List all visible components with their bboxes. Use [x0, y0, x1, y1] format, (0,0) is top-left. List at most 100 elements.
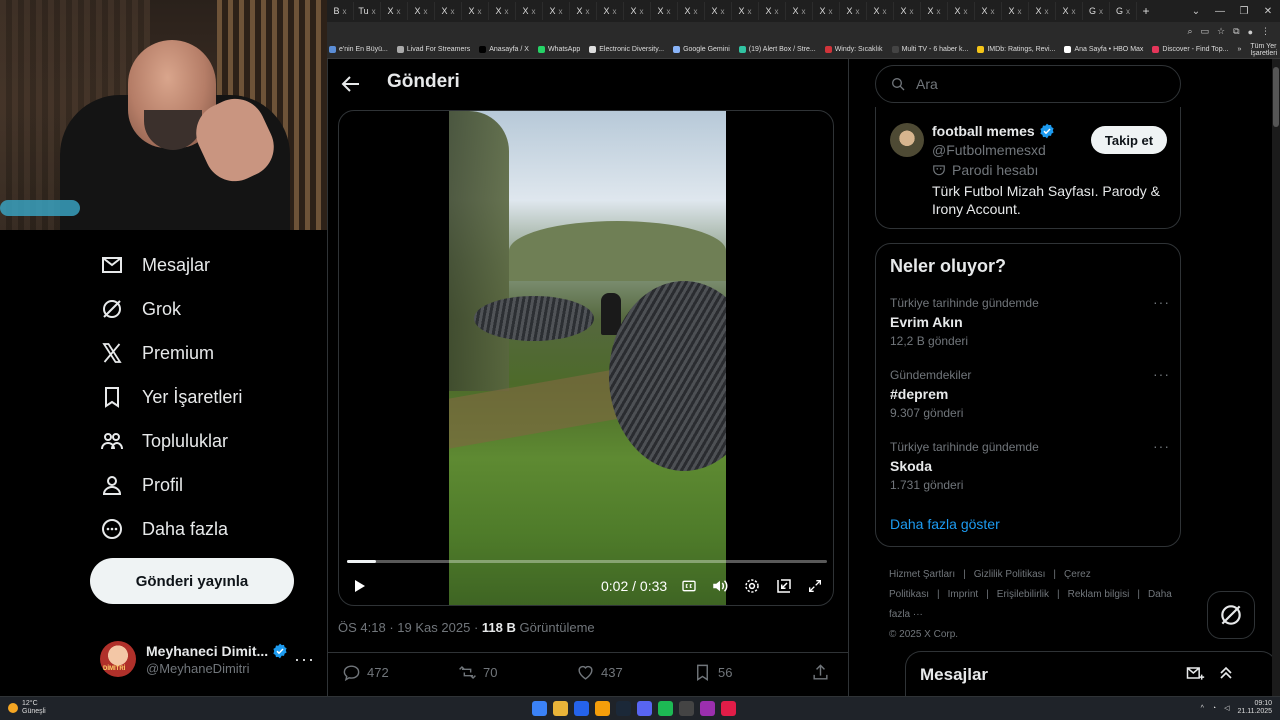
tab-close-icon[interactable]: x: [937, 7, 941, 16]
tab-close-icon[interactable]: x: [397, 7, 401, 16]
nav-item-mesajlar[interactable]: Mesajlar: [100, 245, 210, 285]
tab-close-icon[interactable]: x: [532, 7, 536, 16]
tab-close-icon[interactable]: x: [640, 7, 644, 16]
weather-widget[interactable]: 12°C Güneşli: [8, 700, 46, 716]
steam-icon[interactable]: [616, 701, 631, 716]
browser-tab[interactable]: Gx: [1083, 2, 1110, 20]
post-date[interactable]: 19 Kas 2025: [397, 620, 470, 635]
bookmark-item[interactable]: (19) Alert Box / Stre...: [738, 46, 816, 53]
repost-button[interactable]: 70: [458, 663, 497, 682]
nav-item-premium[interactable]: Premium: [100, 333, 214, 373]
browser-tab[interactable]: Xx: [1002, 2, 1029, 20]
explorer-icon[interactable]: [595, 701, 610, 716]
play-button[interactable]: [349, 576, 369, 596]
browser-tab[interactable]: Xx: [1056, 2, 1083, 20]
tab-close-icon[interactable]: x: [613, 7, 617, 16]
browser-tab[interactable]: Xx: [840, 2, 867, 20]
footer-link[interactable]: Hizmet Şartları: [889, 569, 955, 580]
wifi-icon[interactable]: ◔: [1212, 705, 1216, 712]
bookmark-item[interactable]: Discover - Find Top...: [1152, 46, 1228, 53]
browser-tab[interactable]: Xx: [1029, 2, 1056, 20]
minimize-icon[interactable]: —: [1208, 6, 1232, 17]
nav-item-grok[interactable]: Grok: [100, 289, 181, 329]
browser-tab[interactable]: Xx: [975, 2, 1002, 20]
discord-icon[interactable]: [637, 701, 652, 716]
tab-close-icon[interactable]: x: [505, 7, 509, 16]
tab-close-icon[interactable]: x: [694, 7, 698, 16]
tab-close-icon[interactable]: x: [856, 7, 860, 16]
bookmark-item[interactable]: Ana Sayfa • HBO Max: [1064, 46, 1143, 53]
back-arrow-icon[interactable]: [339, 72, 363, 96]
tab-close-icon[interactable]: x: [991, 7, 995, 16]
tab-search-icon[interactable]: ⌄: [1184, 6, 1208, 17]
tab-close-icon[interactable]: x: [883, 7, 887, 16]
app2-icon[interactable]: [721, 701, 736, 716]
browser-tab[interactable]: Gx: [1110, 2, 1137, 20]
all-bookmarks-folder[interactable]: Tüm Yer İşaretleri: [1250, 43, 1280, 57]
browser-tab[interactable]: Bx: [327, 2, 354, 20]
bookmark-post-button[interactable]: 56: [693, 663, 732, 682]
page-scrollbar[interactable]: [1272, 59, 1280, 696]
fullscreen-button[interactable]: [805, 576, 825, 596]
bookmark-item[interactable]: IMDb: Ratings, Revi...: [977, 46, 1055, 53]
bookmark-star-icon[interactable]: ☆: [1217, 26, 1225, 37]
tab-close-icon[interactable]: x: [748, 7, 752, 16]
browser-tab[interactable]: Xx: [948, 2, 975, 20]
nav-item-profil[interactable]: Profil: [100, 465, 183, 505]
browser-tab[interactable]: Xx: [462, 2, 489, 20]
nav-item-topluluklar[interactable]: Topluluklar: [100, 421, 228, 461]
tab-close-icon[interactable]: x: [1099, 7, 1103, 16]
files-icon[interactable]: [574, 701, 589, 716]
nav-item-daha-fazla[interactable]: Daha fazla: [100, 509, 228, 549]
browser-tab[interactable]: Xx: [732, 2, 759, 20]
tray-chevron-icon[interactable]: ^: [1201, 705, 1204, 712]
browser-tab[interactable]: Xx: [624, 2, 651, 20]
messages-drawer[interactable]: Mesajlar: [905, 651, 1277, 696]
tab-close-icon[interactable]: x: [910, 7, 914, 16]
tab-close-icon[interactable]: x: [559, 7, 563, 16]
browser-tab[interactable]: Xx: [597, 2, 624, 20]
tab-close-icon[interactable]: x: [424, 7, 428, 16]
tab-close-icon[interactable]: x: [964, 7, 968, 16]
tab-close-icon[interactable]: x: [721, 7, 725, 16]
browser-tab[interactable]: Xx: [651, 2, 678, 20]
start-icon[interactable]: [532, 701, 547, 716]
spotify-icon[interactable]: [658, 701, 673, 716]
browser-tab[interactable]: Xx: [894, 2, 921, 20]
browser-tab[interactable]: Xx: [408, 2, 435, 20]
author-name[interactable]: football memes: [932, 123, 1035, 139]
extensions-icon[interactable]: ⧉: [1233, 26, 1239, 37]
follow-button[interactable]: Takip et: [1091, 126, 1167, 154]
trend-item[interactable]: Gündemdekiler #deprem 9.307 gönderi ···: [890, 366, 1170, 432]
browser-tab[interactable]: Xx: [543, 2, 570, 20]
tab-close-icon[interactable]: x: [1045, 7, 1049, 16]
bookmark-item[interactable]: e'nin En Büyü...: [329, 46, 388, 53]
profile-icon[interactable]: ●: [1248, 27, 1253, 37]
restore-icon[interactable]: ❐: [1232, 6, 1256, 17]
share-button[interactable]: [811, 663, 830, 682]
trend-more-icon[interactable]: ···: [1153, 438, 1170, 454]
grok-button[interactable]: [1207, 591, 1255, 639]
nav-item-yer-i-şaretleri[interactable]: Yer İşaretleri: [100, 377, 242, 417]
tab-close-icon[interactable]: x: [1018, 7, 1022, 16]
tab-close-icon[interactable]: x: [451, 7, 455, 16]
bookmark-item[interactable]: Windy: Sıcaklık: [824, 46, 883, 53]
browser-tab[interactable]: Xx: [381, 2, 408, 20]
trend-more-icon[interactable]: ···: [1153, 294, 1170, 310]
tab-close-icon[interactable]: x: [775, 7, 779, 16]
clock[interactable]: 09:10 21.11.2025: [1237, 700, 1272, 716]
account-switcher[interactable]: DİMİTRİ Meyhaneci Dimit... @MeyhaneDimit…: [100, 634, 315, 684]
post-time[interactable]: ÖS 4:18: [338, 620, 386, 635]
browser-tab[interactable]: Xx: [705, 2, 732, 20]
reply-button[interactable]: 472: [342, 663, 389, 682]
tab-close-icon[interactable]: x: [667, 7, 671, 16]
footer-link[interactable]: Reklam bilgisi: [1068, 589, 1130, 600]
cast-icon[interactable]: ▭: [1201, 26, 1210, 37]
like-button[interactable]: 437: [576, 663, 623, 682]
menu-icon[interactable]: ⋮: [1261, 26, 1270, 37]
app-icon[interactable]: [679, 701, 694, 716]
author-avatar[interactable]: [890, 123, 924, 157]
account-more-icon[interactable]: ···: [294, 649, 315, 670]
bookmark-item[interactable]: Multi TV - 6 haber k...: [891, 46, 968, 53]
obs-icon[interactable]: [700, 701, 715, 716]
